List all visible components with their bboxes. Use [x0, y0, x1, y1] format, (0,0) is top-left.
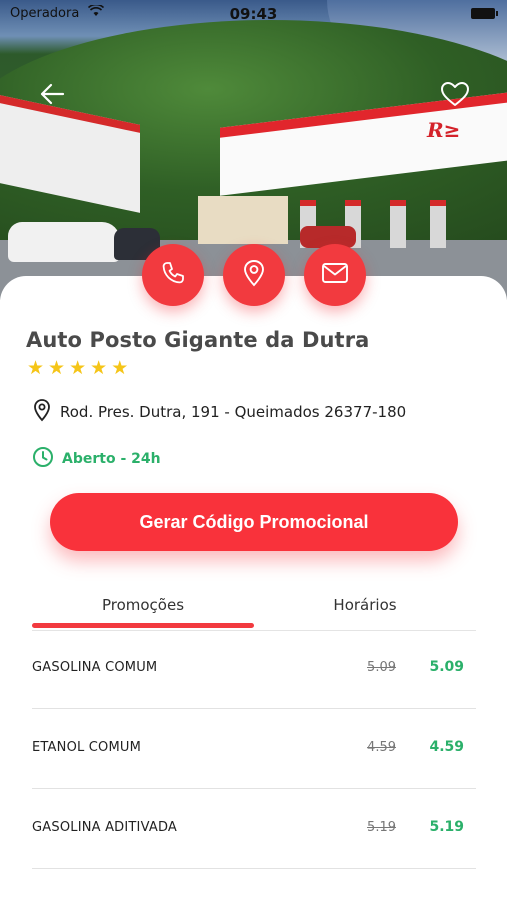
fuel-name: GASOLINA COMUM: [32, 660, 158, 675]
old-price: 4.59: [367, 740, 396, 755]
active-tab-indicator: [32, 623, 254, 628]
tab-bar: Promoções Horários: [32, 588, 476, 631]
star-icon: ★: [69, 357, 87, 379]
heart-icon: [440, 81, 470, 111]
battery-icon: [471, 8, 498, 19]
list-item: GASOLINA ADITIVADA 5.19 5.19: [32, 789, 476, 869]
star-icon: ★: [27, 357, 45, 379]
hours-text: Aberto - 24h: [62, 451, 161, 467]
promo-price: 4.59: [429, 739, 464, 755]
fuel-name: ETANOL COMUM: [32, 740, 142, 755]
map-pin-icon: [241, 259, 267, 291]
tab-horarios[interactable]: Horários: [254, 596, 476, 614]
status-time: 09:43: [229, 5, 278, 23]
favorite-button[interactable]: [437, 78, 473, 114]
generate-promo-code-button[interactable]: Gerar Código Promocional: [50, 493, 458, 551]
rating-stars: ★ ★ ★ ★ ★: [27, 358, 128, 378]
old-price: 5.19: [367, 820, 396, 835]
promo-price: 5.09: [429, 659, 464, 675]
station-name: Auto Posto Gigante da Dutra: [26, 328, 370, 352]
call-button[interactable]: [142, 244, 204, 306]
list-item: ETANOL COMUM 4.59 4.59: [32, 709, 476, 789]
list-item: GASOLINA COMUM 5.09 5.09: [32, 629, 476, 709]
status-bar: Operadora 09:43: [0, 0, 507, 26]
email-button[interactable]: [304, 244, 366, 306]
fuel-name: GASOLINA ADITIVADA: [32, 820, 178, 835]
map-pin-icon: [32, 398, 52, 426]
phone-icon: [160, 260, 186, 290]
price-list: GASOLINA COMUM 5.09 5.09 ETANOL COMUM 4.…: [32, 629, 476, 869]
old-price: 5.09: [367, 660, 396, 675]
star-icon: ★: [111, 357, 129, 379]
location-button[interactable]: [223, 244, 285, 306]
tab-promocoes[interactable]: Promoções: [32, 596, 254, 614]
promo-price: 5.19: [429, 819, 464, 835]
address-text: Rod. Pres. Dutra, 191 - Queimados 26377-…: [60, 403, 407, 421]
star-icon: ★: [48, 357, 66, 379]
back-button[interactable]: [34, 78, 70, 114]
mail-icon: [321, 262, 349, 288]
arrow-left-icon: [39, 83, 65, 109]
opening-status: Aberto - 24h: [32, 446, 161, 472]
star-icon: ★: [90, 357, 108, 379]
clock-icon: [32, 446, 54, 472]
contact-actions: [0, 244, 507, 308]
address-row: Rod. Pres. Dutra, 191 - Queimados 26377-…: [32, 398, 406, 426]
